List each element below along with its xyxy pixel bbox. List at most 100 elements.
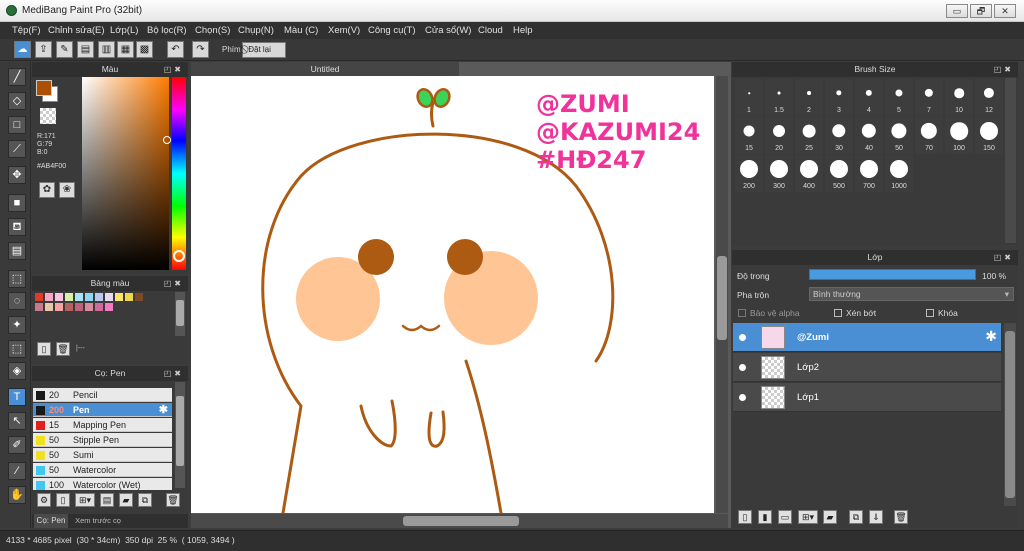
panel-controls-icon[interactable]: ◰✖ <box>994 62 1014 77</box>
panel-controls-icon[interactable]: ◰✖ <box>164 276 184 291</box>
duplicate-layer-icon[interactable]: ⧉ <box>849 510 863 524</box>
note-icon[interactable]: ▤ <box>77 41 94 58</box>
magic-wand-tool-icon[interactable]: ✦ <box>8 316 26 334</box>
move-tool-icon[interactable]: ✥ <box>8 166 26 184</box>
tab-brush-preview[interactable]: Xem trước cọ <box>70 514 126 528</box>
eye-icon[interactable] <box>739 334 746 341</box>
cloud-icon[interactable]: ☁ <box>14 41 31 58</box>
brush-size-cell[interactable]: 10 <box>945 79 973 116</box>
page-icon[interactable]: ▥ <box>98 41 115 58</box>
brush-size-cell[interactable]: 12 <box>975 79 1003 116</box>
hand-tool-icon[interactable]: ✋ <box>8 486 26 504</box>
tab-untitled[interactable]: Untitled <box>191 62 459 76</box>
layer-row[interactable]: Lớp1 <box>733 383 1001 412</box>
brush-size-cell[interactable]: 20 <box>765 117 793 154</box>
folder-icon[interactable]: ▰ <box>119 493 133 507</box>
hue-slider[interactable] <box>172 77 186 270</box>
scrollbar-thumb[interactable] <box>176 396 184 466</box>
eye-icon[interactable] <box>739 364 746 371</box>
color-wheel-icon[interactable]: ❀ <box>59 182 75 198</box>
panel-controls-icon[interactable]: ◰✖ <box>994 250 1014 265</box>
palette-swatch[interactable] <box>85 303 93 311</box>
scrollbar-thumb[interactable] <box>717 256 727 340</box>
panel-controls-icon[interactable]: ◰✖ <box>164 62 184 77</box>
delete-color-icon[interactable]: 🗑 <box>56 342 70 356</box>
menu-cloud[interactable]: Cloud <box>478 25 503 36</box>
scrollbar-thumb[interactable] <box>403 516 519 526</box>
scrollbar-thumb[interactable] <box>1005 331 1015 498</box>
pipette-tool-icon[interactable]: ⁄ <box>8 462 26 480</box>
brush-size-scrollbar[interactable] <box>1005 78 1016 243</box>
palette-swatch[interactable] <box>125 293 133 301</box>
menu-capture[interactable]: Chụp(N) <box>238 25 274 36</box>
palette-swatch[interactable] <box>55 303 63 311</box>
menu-filter[interactable]: Bộ lọc(R) <box>147 25 187 36</box>
panel-controls-icon[interactable]: ◰✖ <box>164 366 184 381</box>
brush-item[interactable]: 50 Sumi <box>33 448 172 462</box>
scrollbar-thumb[interactable] <box>176 300 184 326</box>
protect-alpha-checkbox[interactable] <box>738 309 746 317</box>
new-layer-8bit-icon[interactable]: ▮ <box>758 510 772 524</box>
brush-size-cell[interactable]: 150 <box>975 117 1003 154</box>
operation-tool-icon[interactable]: ↖ <box>8 412 26 430</box>
add-layer-dropdown-icon[interactable]: ⊞▾ <box>798 510 818 524</box>
palette-swatch[interactable] <box>35 293 43 301</box>
brush-item[interactable]: 50 Stipple Pen <box>33 433 172 447</box>
brush-item[interactable]: 50 Watercolor <box>33 463 172 477</box>
brush-item[interactable]: 15 Mapping Pen <box>33 418 172 432</box>
brush-size-cell[interactable]: 400 <box>795 155 823 192</box>
palette-swatch[interactable] <box>55 293 63 301</box>
brush-size-cell[interactable]: 300 <box>765 155 793 192</box>
brush-size-cell[interactable]: 200 <box>735 155 763 192</box>
brush-size-cell[interactable]: 25 <box>795 117 823 154</box>
tab-brush[interactable]: Cọ: Pen <box>34 514 68 528</box>
menu-help[interactable]: Help <box>513 25 533 36</box>
brush-size-cell[interactable]: 500 <box>825 155 853 192</box>
brush-list-scrollbar[interactable] <box>175 382 185 488</box>
select-eraser-tool-icon[interactable]: ◈ <box>8 362 26 380</box>
menu-tools[interactable]: Công cụ(T) <box>368 25 416 36</box>
fill-rect-tool-icon[interactable]: ■ <box>8 194 26 212</box>
canvas-vertical-scrollbar[interactable] <box>716 76 728 513</box>
palette-swatch[interactable] <box>45 293 53 301</box>
layer-row[interactable]: @Zumi ✱ <box>733 323 1001 352</box>
brush-size-cell[interactable]: 70 <box>915 117 943 154</box>
brush-size-cell[interactable]: 50 <box>885 117 913 154</box>
add-color-icon[interactable]: ▯ <box>37 342 51 356</box>
select-rect-tool-icon[interactable]: ⬚ <box>8 270 26 288</box>
eyedropper-tool-icon[interactable]: ✐ <box>8 436 26 454</box>
brush-size-cell[interactable]: 1.5 <box>765 79 793 116</box>
foreground-color-swatch[interactable] <box>36 80 52 96</box>
upload-icon[interactable]: ⇪ <box>35 41 52 58</box>
palette-swatch[interactable] <box>65 303 73 311</box>
menu-select[interactable]: Chọn(S) <box>195 25 230 36</box>
add-brush-dropdown-icon[interactable]: ⊞▾ <box>75 493 95 507</box>
saturation-value-picker[interactable] <box>82 77 169 270</box>
palette-swatch[interactable] <box>45 303 53 311</box>
brush-size-cell[interactable]: 1 <box>735 79 763 116</box>
brush-size-cell[interactable]: 7 <box>915 79 943 116</box>
palette-swatch[interactable] <box>135 293 143 301</box>
panel-icon[interactable]: ▦ <box>117 41 134 58</box>
menu-view[interactable]: Xem(V) <box>328 25 360 36</box>
new-layer-icon[interactable]: ▯ <box>738 510 752 524</box>
palette-icon[interactable]: ✿ <box>39 182 55 198</box>
bucket-tool-icon[interactable]: ⛾ <box>8 218 26 236</box>
layer-scrollbar[interactable] <box>1004 323 1016 508</box>
canvas-horizontal-scrollbar[interactable] <box>191 514 728 528</box>
eraser-tool-icon[interactable]: ◇ <box>8 92 26 110</box>
maximize-button[interactable]: 🗗 <box>970 4 992 18</box>
brush-settings-icon[interactable]: ⚙ <box>37 493 51 507</box>
rectangle-tool-icon[interactable]: □ <box>8 116 26 134</box>
hue-handle[interactable] <box>173 250 185 262</box>
lock-checkbox[interactable] <box>926 309 934 317</box>
text-tool-icon[interactable]: T <box>8 388 26 406</box>
delete-brush-icon[interactable]: 🗑 <box>166 493 180 507</box>
brush-size-cell[interactable]: 2 <box>795 79 823 116</box>
menu-edit[interactable]: Chỉnh sửa(E) <box>48 25 105 36</box>
palette-swatch[interactable] <box>95 303 103 311</box>
opacity-slider[interactable] <box>809 269 976 280</box>
gear-icon[interactable]: ✱ <box>985 328 997 345</box>
clipping-checkbox[interactable] <box>834 309 842 317</box>
select-pen-tool-icon[interactable]: ⬚ <box>8 340 26 358</box>
